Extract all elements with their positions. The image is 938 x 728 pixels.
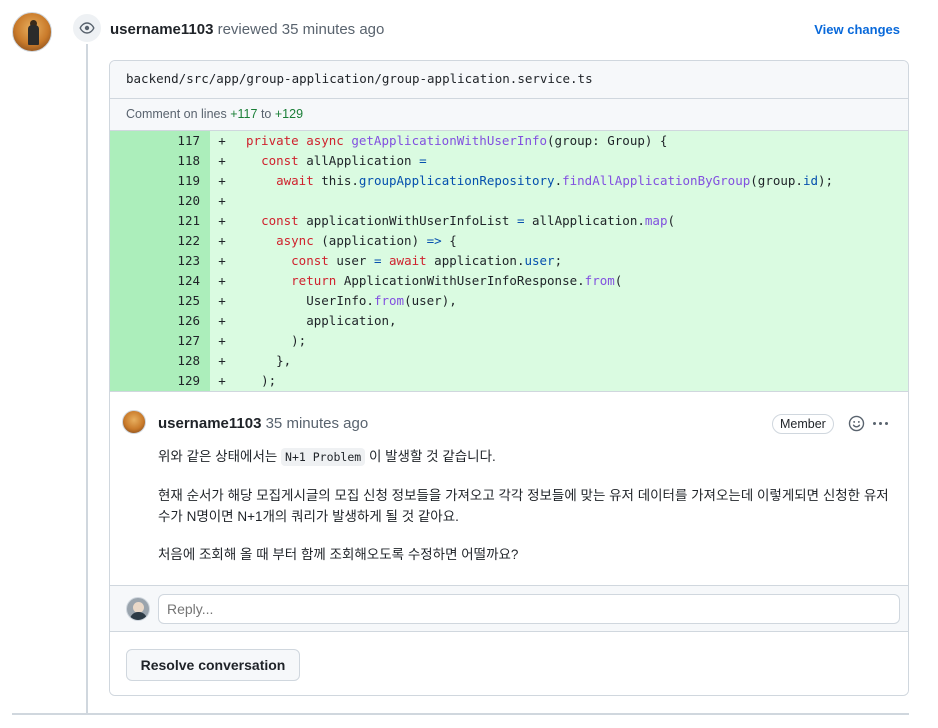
diff-marker: +: [218, 333, 226, 348]
comment-paragraph: 처음에 조회해 올 때 부터 함께 조회해오도록 수정하면 어떨까요?: [158, 547, 519, 562]
code-line: const user = await application.user;: [291, 253, 563, 268]
diff-marker: +: [218, 273, 226, 288]
diff-line: 124 + return ApplicationWithUserInfoResp…: [110, 271, 908, 291]
line-number: 127: [110, 331, 210, 351]
diff-line: 123 + const user = await application.use…: [110, 251, 908, 271]
diff-marker: +: [218, 293, 226, 308]
timeline-line: [86, 44, 88, 714]
review-thread-card: backend/src/app/group-application/group-…: [109, 60, 909, 696]
diff-line: 127 + );: [110, 331, 908, 351]
line-number: 122: [110, 231, 210, 251]
diff-marker: +: [218, 133, 226, 148]
line-number: 123: [110, 251, 210, 271]
diff-line: 119 + await this.groupApplicationReposit…: [110, 171, 908, 191]
diff-marker: +: [218, 193, 226, 208]
diff-hunk: 117 + private async getApplicationWithUs…: [110, 131, 908, 392]
line-start: +117: [230, 107, 258, 121]
code-line: const allApplication =: [261, 153, 427, 168]
code-line: await this.groupApplicationRepository.fi…: [276, 173, 834, 188]
line-number: 128: [110, 351, 210, 371]
code-line: },: [276, 353, 292, 368]
diff-line: 125 + UserInfo.from(user),: [110, 291, 908, 311]
code-line: return ApplicationWithUserInfoResponse.f…: [291, 273, 623, 288]
diff-marker: +: [218, 153, 226, 168]
review-action: reviewed: [217, 21, 278, 38]
review-event-badge: [71, 12, 103, 44]
diff-line: 128 + },: [110, 351, 908, 371]
reviewer-avatar[interactable]: [12, 12, 52, 52]
code-line: const applicationWithUserInfoList = allA…: [261, 213, 675, 228]
reply-area: [110, 586, 908, 632]
kebab-menu-icon[interactable]: [870, 415, 890, 432]
code-line: async (application) => {: [276, 233, 457, 248]
diff-line: 120 +: [110, 191, 908, 211]
current-user-avatar: [126, 597, 150, 621]
comment-header: username1103 35 minutes ago: [158, 414, 368, 434]
line-number: 129: [110, 371, 210, 391]
comment-time[interactable]: 35 minutes ago: [266, 415, 369, 432]
diff-line: 129 + );: [110, 371, 908, 391]
add-reaction-smiley-icon[interactable]: [848, 415, 865, 432]
comment-lines-info: Comment on lines +117 to +129: [110, 99, 908, 131]
diff-line: 118 + const allApplication =: [110, 151, 908, 171]
diff-line: 122 + async (application) => {: [110, 231, 908, 251]
diff-marker: +: [218, 353, 226, 368]
line-number: 117: [110, 131, 210, 151]
comment-author-username[interactable]: username1103: [158, 415, 261, 432]
line-number: 121: [110, 211, 210, 231]
line-number: 124: [110, 271, 210, 291]
line-number: 126: [110, 311, 210, 331]
comment-paragraph: 위와 같은 상태에서는 N+1 Problem 이 발생할 것 같습니다.: [158, 448, 496, 466]
diff-marker: +: [218, 173, 226, 188]
resolve-conversation-button[interactable]: Resolve conversation: [126, 649, 300, 681]
comment-author-avatar[interactable]: [122, 410, 146, 434]
code-line: );: [261, 373, 277, 388]
lines-to: to: [260, 107, 272, 121]
diff-line: 126 + application,: [110, 311, 908, 331]
diff-line: 121 + const applicationWithUserInfoList …: [110, 211, 908, 231]
reviewer-username[interactable]: username1103: [110, 21, 213, 38]
code-line: application,: [306, 313, 397, 328]
timeline-divider: [12, 713, 909, 715]
review-time[interactable]: 35 minutes ago: [282, 21, 385, 38]
inline-code: N+1 Problem: [281, 448, 366, 466]
code-line: private async getApplicationWithUserInfo…: [246, 133, 668, 148]
eye-icon: [79, 22, 95, 34]
diff-line: 117 + private async getApplicationWithUs…: [110, 131, 908, 151]
line-end: +129: [274, 107, 304, 121]
diff-marker: +: [218, 233, 226, 248]
line-number: 118: [110, 151, 210, 171]
file-path[interactable]: backend/src/app/group-application/group-…: [110, 61, 908, 99]
resolve-area: Resolve conversation: [110, 632, 908, 695]
comment-paragraph: 현재 순서가 해당 모집게시글의 모집 신청 정보들을 가져오고 각각 정보들에…: [158, 488, 889, 524]
review-comment: username1103 35 minutes ago Member 위와 같은…: [110, 392, 908, 586]
view-changes-link[interactable]: View changes: [814, 21, 900, 39]
diff-marker: +: [218, 373, 226, 388]
line-number: 119: [110, 171, 210, 191]
code-line: UserInfo.from(user),: [306, 293, 457, 308]
line-number: 120: [110, 191, 210, 211]
diff-marker: +: [218, 253, 226, 268]
lines-prefix: Comment on lines: [126, 107, 227, 121]
reply-input[interactable]: [158, 594, 900, 624]
member-badge: Member: [772, 414, 834, 434]
avatar-figure-body: [28, 25, 39, 45]
line-number: 125: [110, 291, 210, 311]
diff-marker: +: [218, 213, 226, 228]
code-line: );: [291, 333, 307, 348]
review-header: username1103 reviewed 35 minutes ago: [110, 20, 384, 40]
diff-marker: +: [218, 313, 226, 328]
comment-body: 위와 같은 상태에서는 N+1 Problem 이 발생할 것 같습니다. 현재…: [158, 446, 898, 582]
